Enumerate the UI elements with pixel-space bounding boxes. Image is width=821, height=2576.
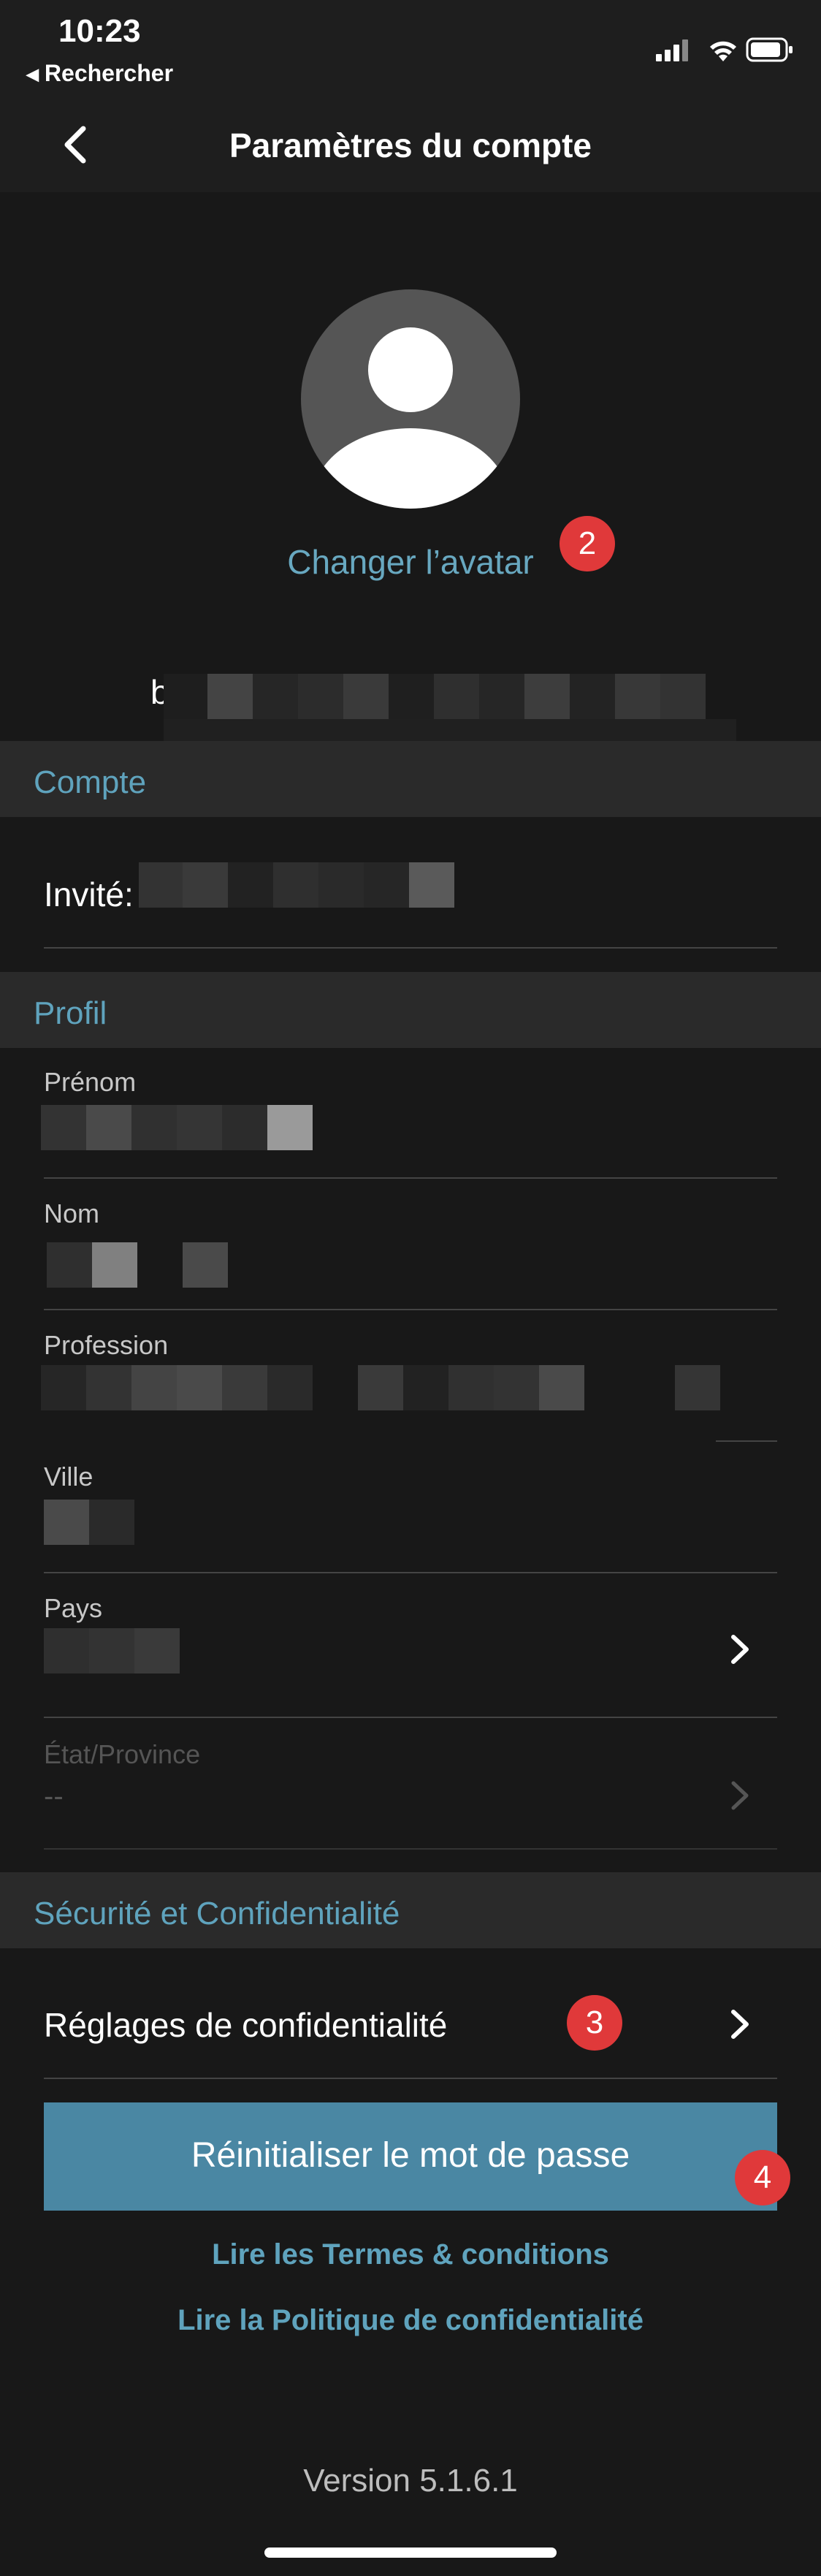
status-time: 10:23 xyxy=(58,13,141,49)
back-app-label: Rechercher xyxy=(44,60,174,86)
divider xyxy=(44,947,777,949)
privacy-chevron-right-icon[interactable] xyxy=(726,2006,755,2043)
state-chevron-right-icon xyxy=(726,1777,755,1814)
page-title: Paramètres du compte xyxy=(229,126,592,164)
privacy-policy-link[interactable]: Lire la Politique de confidentialité xyxy=(0,2304,821,2337)
battery-icon xyxy=(746,37,793,62)
divider xyxy=(44,2078,777,2079)
country-chevron-right-icon[interactable] xyxy=(726,1631,755,1668)
city-value-redacted[interactable] xyxy=(44,1500,134,1545)
profession-label: Profession xyxy=(44,1330,169,1360)
back-triangle-icon: ◀ xyxy=(26,65,39,83)
profession-value-redacted[interactable] xyxy=(41,1365,720,1410)
divider xyxy=(44,1717,777,1718)
first-name-label: Prénom xyxy=(44,1067,137,1097)
last-name-label: Nom xyxy=(44,1198,100,1228)
country-label: Pays xyxy=(44,1593,103,1623)
state-value: -- xyxy=(44,1780,64,1812)
privacy-settings-row[interactable]: Réglages de confidentialité xyxy=(44,2005,447,2045)
divider xyxy=(44,1572,777,1573)
guest-label: Invité: xyxy=(44,875,134,913)
back-to-app-link[interactable]: ◀ Rechercher xyxy=(26,60,173,87)
first-name-value-redacted[interactable] xyxy=(41,1105,313,1150)
signal-icon xyxy=(656,39,688,61)
divider xyxy=(44,1309,777,1310)
city-label: Ville xyxy=(44,1462,93,1492)
section-title: Compte xyxy=(34,764,147,800)
home-indicator[interactable] xyxy=(264,2547,557,2558)
state-label: État/Province xyxy=(44,1739,201,1769)
step-badge-2: 2 xyxy=(560,516,615,571)
country-value-redacted[interactable] xyxy=(44,1628,180,1673)
guest-id-redacted xyxy=(139,862,454,908)
section-title: Profil xyxy=(34,995,107,1031)
app-version: Version 5.1.6.1 xyxy=(303,2463,518,2499)
reset-password-button[interactable]: Réinitialiser le mot de passe xyxy=(44,2102,777,2211)
divider xyxy=(716,1440,777,1442)
last-name-value-redacted[interactable] xyxy=(47,1242,229,1288)
step-badge-3: 3 xyxy=(567,1995,622,2051)
avatar[interactable] xyxy=(301,289,520,509)
section-header-profile: Profil xyxy=(0,972,821,1048)
divider xyxy=(44,1848,777,1850)
reset-password-label: Réinitialiser le mot de passe xyxy=(191,2136,630,2175)
section-header-security: Sécurité et Confidentialité xyxy=(0,1872,821,1948)
section-title: Sécurité et Confidentialité xyxy=(34,1896,400,1931)
section-header-account: Compte xyxy=(0,741,821,817)
wifi-icon xyxy=(710,41,736,61)
status-icons xyxy=(656,35,795,68)
username-redacted xyxy=(164,674,736,747)
divider xyxy=(44,1177,777,1179)
terms-link[interactable]: Lire les Termes & conditions xyxy=(0,2238,821,2271)
user-silhouette-icon xyxy=(312,327,509,509)
step-badge-4: 4 xyxy=(735,2150,790,2205)
change-avatar-link[interactable]: Changer l’avatar xyxy=(0,542,821,582)
